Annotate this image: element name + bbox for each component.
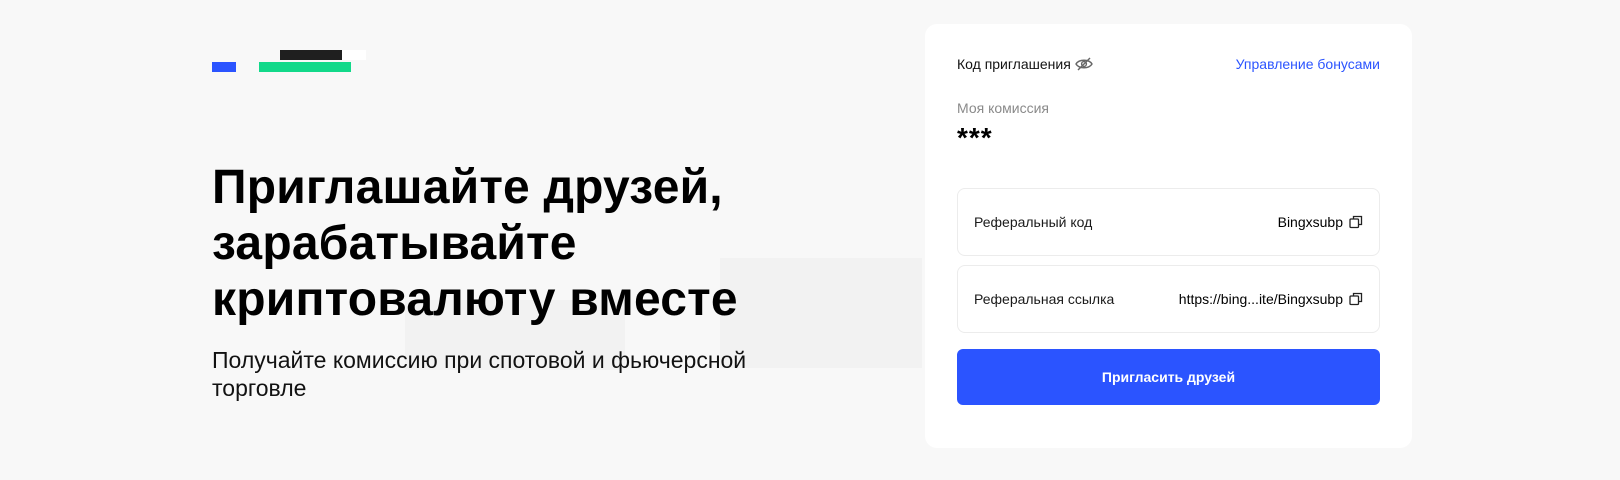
logo-dark-bar xyxy=(280,50,342,60)
logo-blue-bar xyxy=(212,62,236,72)
invite-code-label-group: Код приглашения xyxy=(957,56,1093,72)
hero-title: Приглашайте друзей, зарабатывайте крипто… xyxy=(212,161,738,326)
commission-label: Моя комиссия xyxy=(957,100,1049,116)
referral-link-value: https://bing...ite/Bingxsubp xyxy=(1178,291,1343,307)
copy-icon[interactable] xyxy=(1349,215,1363,229)
manage-bonuses-link[interactable]: Управление бонусами xyxy=(1236,56,1380,72)
referral-code-field: Реферальный код Bingxsubp xyxy=(957,188,1380,256)
invite-friends-button[interactable]: Пригласить друзей xyxy=(957,349,1380,405)
logo-white-bar xyxy=(342,50,366,60)
referral-code-label: Реферальный код xyxy=(974,214,1093,230)
invite-code-row: Код приглашения Управление бонусами xyxy=(957,54,1380,74)
invite-code-label: Код приглашения xyxy=(957,56,1071,72)
commission-value: *** xyxy=(957,122,993,153)
referral-link-field: Реферальная ссылка https://bing...ite/Bi… xyxy=(957,265,1380,333)
eye-slash-icon[interactable] xyxy=(1074,57,1093,71)
hero-section: Приглашайте друзей, зарабатывайте крипто… xyxy=(212,160,852,402)
bingx-logo-icon[interactable] xyxy=(212,48,372,78)
logo-green-bar xyxy=(259,62,351,72)
referral-code-value: Bingxsubp xyxy=(1277,214,1343,230)
referral-link-label: Реферальная ссылка xyxy=(974,291,1115,307)
copy-icon[interactable] xyxy=(1349,292,1363,306)
hero-subtitle: Получайте комиссию при спотовой и фьючер… xyxy=(212,347,747,401)
referral-card: Код приглашения Управление бонусами Моя … xyxy=(925,24,1412,448)
referral-code-value-group: Bingxsubp xyxy=(1278,214,1363,230)
referral-link-value-group: https://bing...ite/Bingxsubp xyxy=(1179,291,1363,307)
